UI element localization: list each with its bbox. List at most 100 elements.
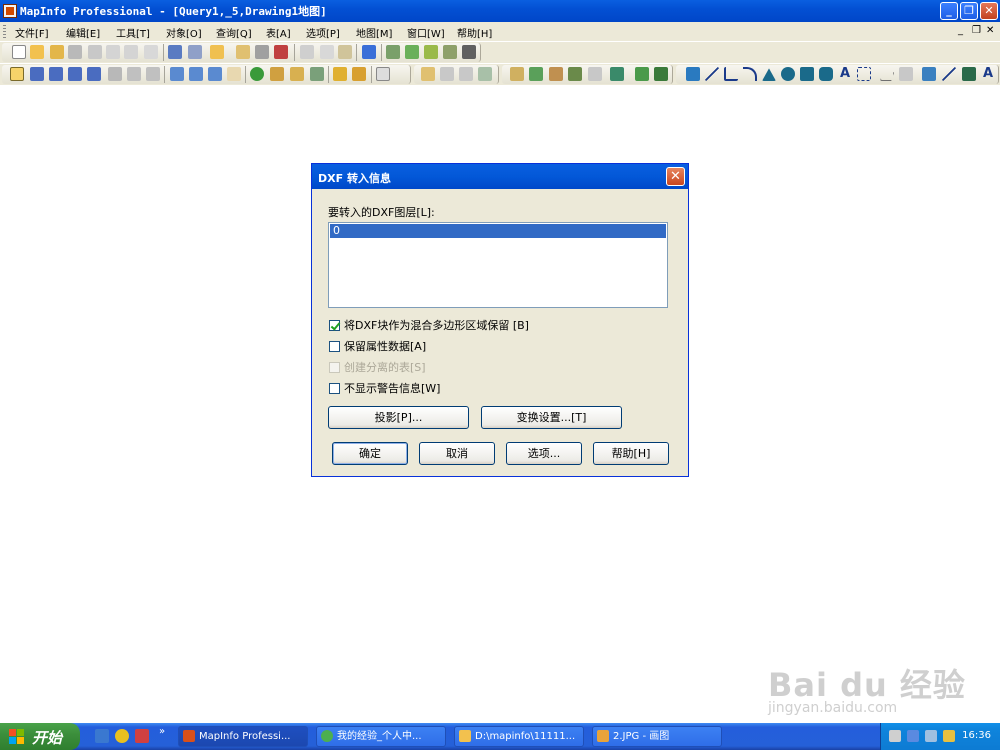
menu-options[interactable]: 选项[P] bbox=[306, 25, 340, 40]
start-button[interactable]: 开始 bbox=[0, 723, 80, 750]
graph-select-icon[interactable] bbox=[146, 67, 160, 81]
quicklaunch-more-icon[interactable]: » bbox=[159, 726, 165, 737]
zoom-in-icon[interactable] bbox=[170, 67, 184, 81]
checkbox-box[interactable] bbox=[329, 341, 340, 352]
volume-icon[interactable] bbox=[925, 730, 937, 742]
task-explorer[interactable]: D:\mapinfo\11111... bbox=[454, 726, 584, 747]
checkbox-box[interactable] bbox=[329, 320, 340, 331]
map-tool-5-icon[interactable] bbox=[588, 67, 602, 81]
new-graph-icon[interactable] bbox=[424, 45, 438, 59]
close-table-icon[interactable] bbox=[68, 45, 82, 59]
map-tool-6-icon[interactable] bbox=[610, 67, 624, 81]
menu-query[interactable]: 查询[Q] bbox=[216, 25, 252, 40]
polygon-select-icon[interactable] bbox=[68, 67, 82, 81]
quicklaunch-browser-icon[interactable] bbox=[115, 729, 129, 743]
symbol-style-icon[interactable] bbox=[922, 67, 936, 81]
label-tool-icon[interactable] bbox=[270, 67, 284, 81]
map-tool-8-icon[interactable] bbox=[654, 67, 668, 81]
open-workspace-icon[interactable] bbox=[50, 45, 64, 59]
preserve-blocks-checkbox[interactable]: 将DXF块作为混合多边形区域保留 [B] bbox=[329, 317, 529, 333]
ellipse-tool-icon[interactable] bbox=[781, 67, 795, 81]
save-icon[interactable] bbox=[168, 45, 182, 59]
rectangle-tool-icon[interactable] bbox=[800, 67, 814, 81]
new-browser-icon[interactable] bbox=[405, 45, 419, 59]
region-style-icon[interactable] bbox=[962, 67, 976, 81]
frame-tool-icon[interactable] bbox=[857, 67, 871, 81]
info-tool-icon[interactable] bbox=[250, 67, 264, 81]
quicklaunch-app-icon[interactable] bbox=[135, 729, 149, 743]
save-workspace-icon[interactable] bbox=[188, 45, 202, 59]
map-tool-7-icon[interactable] bbox=[635, 67, 649, 81]
unselect-icon[interactable] bbox=[108, 67, 122, 81]
minimize-button[interactable]: _ bbox=[940, 2, 958, 20]
ok-button[interactable]: 确定 bbox=[332, 442, 408, 465]
search-icon[interactable] bbox=[144, 45, 158, 59]
map-tool-1-icon[interactable] bbox=[510, 67, 524, 81]
rounded-rectangle-tool-icon[interactable] bbox=[819, 67, 833, 81]
help-button[interactable]: 帮助[H] bbox=[593, 442, 669, 465]
text-style-icon[interactable]: A bbox=[981, 67, 995, 81]
new-mapper-icon[interactable] bbox=[386, 45, 400, 59]
new-layout-icon[interactable] bbox=[443, 45, 457, 59]
undo-icon[interactable] bbox=[362, 45, 376, 59]
save-copy-icon[interactable] bbox=[88, 45, 102, 59]
task-paint[interactable]: 2.JPG - 画图 bbox=[592, 726, 722, 747]
menubar-grip[interactable] bbox=[3, 25, 6, 38]
print-icon[interactable] bbox=[255, 45, 269, 59]
query-tool-4-icon[interactable] bbox=[478, 67, 492, 81]
task-browser[interactable]: 我的经验_个人中... bbox=[316, 726, 446, 747]
pdf-icon[interactable] bbox=[274, 45, 288, 59]
map-tool-3-icon[interactable] bbox=[549, 67, 563, 81]
polyline-tool-icon[interactable] bbox=[724, 67, 738, 81]
radius-select-icon[interactable] bbox=[49, 67, 63, 81]
ruler-icon[interactable] bbox=[352, 67, 366, 81]
select-arrow-icon[interactable] bbox=[10, 67, 24, 81]
preserve-attributes-checkbox[interactable]: 保留属性数据[A] bbox=[329, 338, 426, 354]
map-tool-4-icon[interactable] bbox=[568, 67, 582, 81]
query-tool-3-icon[interactable] bbox=[459, 67, 473, 81]
network-icon[interactable] bbox=[907, 730, 919, 742]
menu-help[interactable]: 帮助[H] bbox=[457, 25, 492, 40]
marquee-select-icon[interactable] bbox=[30, 67, 44, 81]
mdi-restore-button[interactable]: ❐ bbox=[972, 25, 981, 36]
zoom-out-icon[interactable] bbox=[189, 67, 203, 81]
menu-file[interactable]: 文件[F] bbox=[15, 25, 49, 40]
menu-tools[interactable]: 工具[T] bbox=[116, 25, 150, 40]
mdi-close-button[interactable]: ✕ bbox=[986, 25, 994, 36]
import-icon[interactable] bbox=[236, 45, 250, 59]
list-item[interactable]: 0 bbox=[330, 224, 666, 238]
transform-settings-button[interactable]: 变换设置...[T] bbox=[481, 406, 622, 429]
suppress-warnings-checkbox[interactable]: 不显示警告信息[W] bbox=[329, 380, 440, 396]
quicklaunch-ie-icon[interactable] bbox=[95, 729, 109, 743]
clock[interactable]: 16:36 bbox=[962, 730, 991, 741]
paste-icon[interactable] bbox=[338, 45, 352, 59]
boundary-select-icon[interactable] bbox=[87, 67, 101, 81]
cut-icon[interactable] bbox=[300, 45, 314, 59]
copy-icon[interactable] bbox=[320, 45, 334, 59]
options-button[interactable]: 选项... bbox=[506, 442, 582, 465]
task-mapinfo[interactable]: MapInfo Professi... bbox=[178, 726, 308, 747]
add-node-icon[interactable] bbox=[899, 67, 913, 81]
menu-map[interactable]: 地图[M] bbox=[356, 25, 392, 40]
layer-control-icon[interactable] bbox=[333, 67, 347, 81]
menu-window[interactable]: 窗口[W] bbox=[407, 25, 445, 40]
query-tool-2-icon[interactable] bbox=[440, 67, 454, 81]
show-legend-icon[interactable] bbox=[376, 67, 390, 81]
find-selection-icon[interactable] bbox=[124, 45, 138, 59]
keyboard-icon[interactable] bbox=[889, 730, 901, 742]
export-icon[interactable] bbox=[210, 45, 224, 59]
security-shield-icon[interactable] bbox=[943, 730, 955, 742]
open-icon[interactable] bbox=[30, 45, 44, 59]
line-tool-icon[interactable] bbox=[705, 67, 719, 81]
query-tool-1-icon[interactable] bbox=[421, 67, 435, 81]
line-style-icon[interactable] bbox=[942, 67, 956, 81]
menu-table[interactable]: 表[A] bbox=[266, 25, 291, 40]
new-icon[interactable] bbox=[12, 45, 26, 59]
maximize-button[interactable]: ❐ bbox=[960, 2, 978, 20]
mapinfo-app-icon[interactable] bbox=[3, 4, 17, 18]
close-button[interactable]: ✕ bbox=[980, 2, 998, 20]
text-tool-icon[interactable]: A bbox=[838, 67, 852, 81]
grabber-hand-icon[interactable] bbox=[227, 67, 241, 81]
hotlink-icon[interactable] bbox=[310, 67, 324, 81]
projection-button[interactable]: 投影[P]... bbox=[328, 406, 469, 429]
